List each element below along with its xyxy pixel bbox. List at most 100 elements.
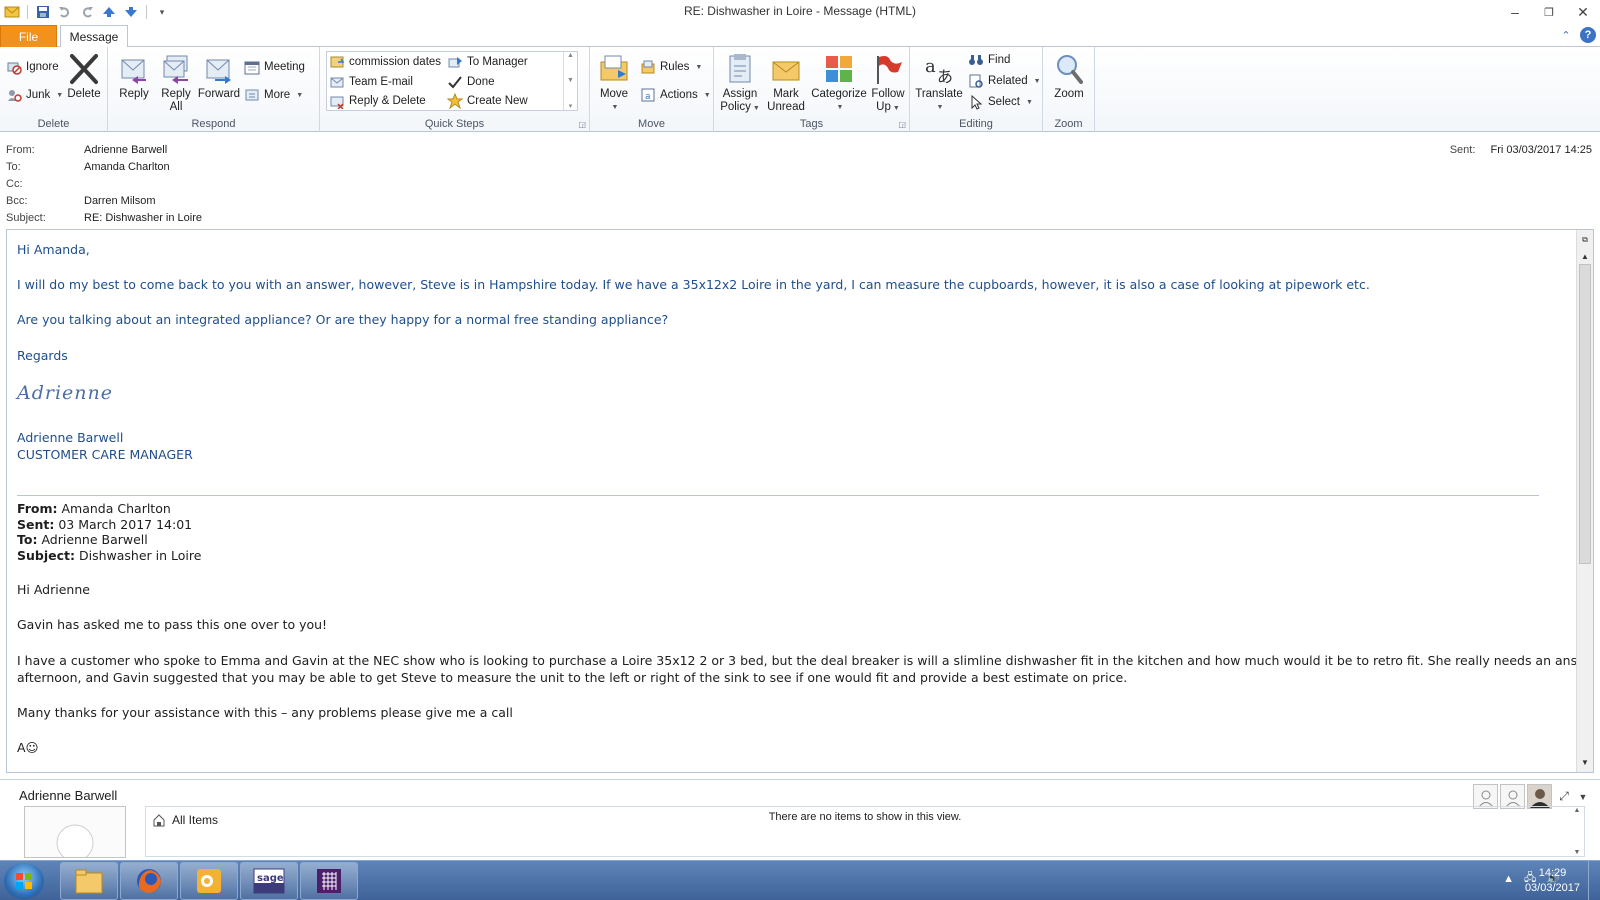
junk-button[interactable]: Junk ▼	[6, 85, 63, 105]
tags-group-label: Tags	[799, 118, 824, 130]
reply-all-icon	[163, 55, 188, 84]
move-button[interactable]: Move ▼	[594, 52, 634, 114]
tab-message[interactable]: Message	[60, 25, 128, 48]
firefox-icon	[137, 869, 161, 893]
reply-all-button[interactable]: Reply All	[156, 52, 196, 114]
ribbon: Ignore Junk ▼ Delete Delete Reply Reply A…	[0, 47, 1600, 132]
quick-access-toolbar: ▾	[0, 0, 172, 24]
tab-file[interactable]: File	[0, 25, 57, 47]
undo-icon[interactable]	[55, 2, 75, 22]
delete-group-label: Delete	[37, 118, 70, 130]
scroll-up-icon[interactable]: ▲	[1577, 248, 1593, 264]
find-button[interactable]: Find	[968, 50, 1010, 70]
quickstep-team-email[interactable]: Team E-mail	[329, 72, 413, 92]
minimize-button[interactable]: –	[1498, 0, 1532, 24]
zoom-button[interactable]: Zoom	[1049, 52, 1089, 101]
arrow-down-icon[interactable]	[121, 2, 141, 22]
scroll-thumb[interactable]	[1579, 264, 1591, 564]
quickstep-commission-dates[interactable]: commission dates	[329, 52, 441, 72]
create-new-icon	[447, 93, 463, 109]
scroll-down-icon[interactable]: ▼	[1574, 849, 1581, 856]
mark-unread-button[interactable]: Mark Unread	[764, 52, 808, 114]
chevron-down-icon[interactable]: ▼	[1576, 792, 1590, 802]
taskbar-outlook[interactable]	[180, 862, 238, 900]
quickstep-create-new[interactable]: Create New	[447, 91, 528, 111]
header-bcc-value[interactable]: Darren Milsom	[84, 195, 156, 207]
delete-button[interactable]: Delete	[66, 52, 102, 101]
meeting-button[interactable]: Meeting	[244, 57, 305, 77]
quoted-paragraph-3: Many thanks for your assistance with thi…	[17, 705, 513, 720]
scroll-up-icon[interactable]: ▲	[1574, 807, 1581, 814]
customize-qat-icon[interactable]: ▾	[152, 2, 172, 22]
save-icon[interactable]	[33, 2, 53, 22]
redo-icon[interactable]	[77, 2, 97, 22]
reply-button[interactable]: Reply	[114, 52, 154, 101]
delete-group: Ignore Junk ▼ Delete Delete	[0, 47, 108, 132]
quicksteps-group: commission dates To Manager Team E-mail …	[320, 47, 590, 132]
minimize-ribbon-icon[interactable]: ⌃	[1558, 27, 1574, 43]
more-respond-button[interactable]: More ▼	[244, 85, 303, 105]
split-icon[interactable]: ⧉	[1577, 232, 1593, 248]
header-sent-value: Fri 03/03/2017 14:25	[1490, 144, 1592, 156]
quoted-subject: Subject: Dishwasher in Loire	[17, 548, 202, 563]
translate-button[interactable]: aあ Translate ▼	[914, 52, 964, 114]
message-body[interactable]: Hi Amanda, I will do my best to come bac…	[6, 229, 1594, 773]
rules-button[interactable]: Rules ▼	[640, 57, 702, 77]
quickstep-reply-delete[interactable]: Reply & Delete	[329, 91, 426, 111]
arrow-up-icon[interactable]	[99, 2, 119, 22]
categorize-button[interactable]: Categorize ▼	[810, 52, 868, 114]
grid-app-icon	[317, 869, 341, 893]
signature-name: Adrienne Barwell	[17, 430, 124, 445]
window-title: RE: Dishwasher in Loire - Message (HTML)	[683, 4, 917, 18]
scroll-up-icon[interactable]: ▲	[567, 52, 574, 59]
actions-button[interactable]: a Actions ▼	[640, 85, 711, 105]
scroll-down-icon[interactable]: ▼	[1577, 754, 1593, 770]
header-to-value[interactable]: Amanda Charlton	[84, 161, 170, 173]
start-button[interactable]	[4, 863, 44, 899]
mark-unread-icon	[772, 61, 800, 81]
envelope-icon[interactable]	[2, 2, 22, 22]
forward-icon	[206, 59, 231, 84]
taskbar-calculator[interactable]	[300, 862, 358, 900]
body-greeting: Hi Amanda,	[17, 242, 90, 257]
window-controls: – ❐ ✕	[1498, 0, 1600, 24]
expand-icon[interactable]: ⤢	[1554, 789, 1574, 804]
taskbar-sage[interactable]: sage	[240, 862, 298, 900]
header-sent: Sent: Fri 03/03/2017 14:25	[1449, 144, 1592, 156]
taskbar-explorer[interactable]	[60, 862, 118, 900]
quoted-paragraph-2b: afternoon, and Gavin suggested that you …	[17, 670, 1128, 685]
assign-policy-button[interactable]: Assign Policy ▼	[718, 52, 762, 115]
body-paragraph-1: I will do my best to come back to you wi…	[17, 277, 1370, 292]
respond-group: Reply Reply All Forward Meeting More ▼ Re…	[108, 47, 320, 132]
taskbar-firefox[interactable]	[120, 862, 178, 900]
body-scrollbar[interactable]: ⧉ ▲ ▼	[1576, 230, 1593, 772]
binoculars-icon	[969, 55, 983, 65]
editing-group: aあ Translate ▼ Find Related ▼ Select ▼ Edi…	[910, 47, 1043, 132]
header-from-value[interactable]: Adrienne Barwell	[84, 144, 167, 156]
close-button[interactable]: ✕	[1566, 0, 1600, 24]
quickstep-to-manager[interactable]: To Manager	[447, 52, 528, 72]
tags-group: Assign Policy ▼ Mark Unread Categorize ▼ …	[714, 47, 910, 132]
quickstep-done[interactable]: Done	[447, 72, 495, 92]
signature-script: Adrienne	[17, 382, 114, 404]
show-desktop-button[interactable]	[1588, 861, 1600, 900]
quoted-sent: Sent: 03 March 2017 14:01	[17, 517, 193, 532]
body-regards: Regards	[17, 348, 68, 363]
help-icon[interactable]: ?	[1580, 27, 1596, 43]
expand-gallery-icon[interactable]: ▾	[569, 102, 573, 110]
translate-icon: aあ	[925, 56, 953, 86]
forward-button[interactable]: Forward	[196, 52, 242, 101]
select-button[interactable]: Select ▼	[968, 92, 1033, 112]
restore-button[interactable]: ❐	[1532, 0, 1566, 24]
tray-expand-icon[interactable]: ▲	[1503, 873, 1514, 885]
clock[interactable]: 14:29 03/03/2017	[1525, 866, 1580, 896]
scroll-down-icon[interactable]: ▼	[567, 77, 574, 84]
people-pane: Adrienne Barwell ⤢ ▼ All Items There are…	[0, 779, 1600, 858]
people-pane-name: Adrienne Barwell	[19, 788, 118, 803]
ignore-button[interactable]: Ignore	[6, 57, 59, 77]
quoted-greeting: Hi Adrienne	[17, 582, 90, 597]
follow-up-button[interactable]: Follow Up ▼	[868, 52, 908, 115]
related-button[interactable]: Related ▼	[968, 71, 1041, 91]
quicksteps-scroll[interactable]: ▲ ▼ ▾	[563, 52, 577, 110]
people-pane-scroll[interactable]: ▲ ▼	[1570, 807, 1584, 856]
